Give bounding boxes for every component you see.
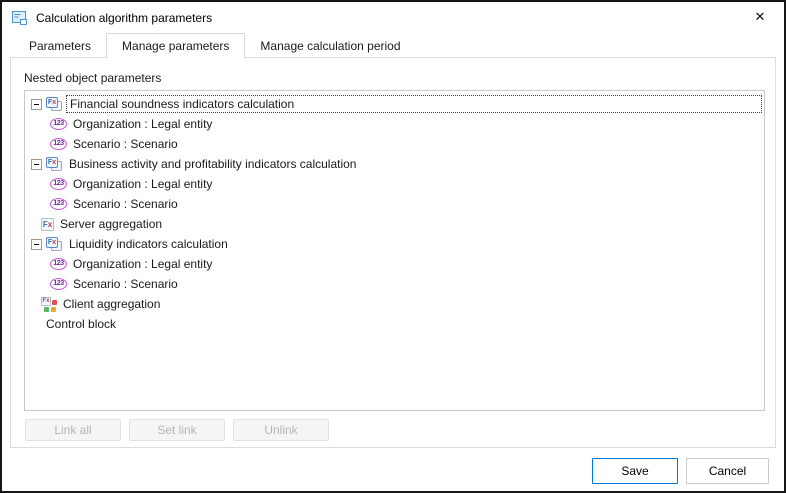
- tree-item-scenario-scenario[interactable]: 123Scenario : Scenario: [25, 134, 764, 154]
- nested-calc-icon: Fx: [46, 157, 63, 172]
- tab-manage-calculation-period[interactable]: Manage calculation period: [245, 34, 415, 57]
- number-param-icon: 123: [50, 118, 67, 130]
- cancel-button[interactable]: Cancel: [686, 458, 769, 484]
- tree-item-scenario-scenario[interactable]: 123Scenario : Scenario: [25, 194, 764, 214]
- tree-item-financial-soundness-indicators-calculation[interactable]: FxFinancial soundness indicators calcula…: [25, 94, 764, 114]
- client-aggregation-icon: Fx: [41, 297, 57, 312]
- tree-item-organization-legal-entity[interactable]: 123Organization : Legal entity: [25, 114, 764, 134]
- nested-parameters-tree[interactable]: FxFinancial soundness indicators calcula…: [24, 90, 765, 411]
- calculation-algorithm-parameters-dialog: Calculation algorithm parameters ✕ Param…: [0, 0, 786, 493]
- nested-calc-icon: Fx: [46, 237, 63, 252]
- tab-parameters[interactable]: Parameters: [14, 34, 106, 57]
- save-button[interactable]: Save: [592, 458, 678, 484]
- tree-item-label: Organization : Legal entity: [70, 175, 215, 193]
- tree-item-liquidity-indicators-calculation[interactable]: FxLiquidity indicators calculation: [25, 234, 764, 254]
- number-param-icon: 123: [50, 278, 67, 290]
- tree-item-label: Scenario : Scenario: [70, 135, 181, 153]
- tree-item-label: Financial soundness indicators calculati…: [66, 95, 762, 113]
- close-icon[interactable]: ✕: [738, 2, 782, 32]
- tree-item-client-aggregation[interactable]: FxClient aggregation: [25, 294, 764, 314]
- tree-item-label: Scenario : Scenario: [70, 195, 181, 213]
- expander-minus-icon[interactable]: [31, 159, 42, 170]
- tree-item-control-block[interactable]: Control block: [25, 314, 764, 334]
- expander-minus-icon[interactable]: [31, 99, 42, 110]
- set-link-button[interactable]: Set link: [129, 419, 225, 441]
- tree-item-organization-legal-entity[interactable]: 123Organization : Legal entity: [25, 174, 764, 194]
- tree-item-label: Business activity and profitability indi…: [66, 155, 359, 173]
- tree-item-label: Organization : Legal entity: [70, 255, 215, 273]
- expander-minus-icon[interactable]: [31, 239, 42, 250]
- tree-item-label: Liquidity indicators calculation: [66, 235, 231, 253]
- tab-manage-parameters[interactable]: Manage parameters: [106, 33, 245, 58]
- tree-caption: Nested object parameters: [24, 71, 161, 85]
- window-title: Calculation algorithm parameters: [36, 11, 212, 25]
- unlink-button[interactable]: Unlink: [233, 419, 329, 441]
- title-bar: Calculation algorithm parameters ✕: [2, 2, 784, 35]
- tab-strip: ParametersManage parametersManage calcul…: [14, 33, 416, 57]
- number-param-icon: 123: [50, 198, 67, 210]
- tree-item-label: Client aggregation: [60, 295, 163, 313]
- tree-item-server-aggregation[interactable]: FxServer aggregation: [25, 214, 764, 234]
- tree-item-scenario-scenario[interactable]: 123Scenario : Scenario: [25, 274, 764, 294]
- tree-item-business-activity-and-profitability-indicators-calculation[interactable]: FxBusiness activity and profitability in…: [25, 154, 764, 174]
- number-param-icon: 123: [50, 178, 67, 190]
- number-param-icon: 123: [50, 258, 67, 270]
- number-param-icon: 123: [50, 138, 67, 150]
- link-all-button[interactable]: Link all: [25, 419, 121, 441]
- fx-icon: Fx: [41, 218, 54, 231]
- tree-item-label: Scenario : Scenario: [70, 275, 181, 293]
- tree-item-organization-legal-entity[interactable]: 123Organization : Legal entity: [25, 254, 764, 274]
- dialog-icon: [12, 10, 28, 26]
- tree-item-label: Organization : Legal entity: [70, 115, 215, 133]
- tree-item-label: Control block: [43, 315, 119, 333]
- manage-parameters-panel: Nested object parameters FxFinancial sou…: [10, 57, 776, 448]
- tree-item-label: Server aggregation: [57, 215, 165, 233]
- nested-calc-icon: Fx: [46, 97, 63, 112]
